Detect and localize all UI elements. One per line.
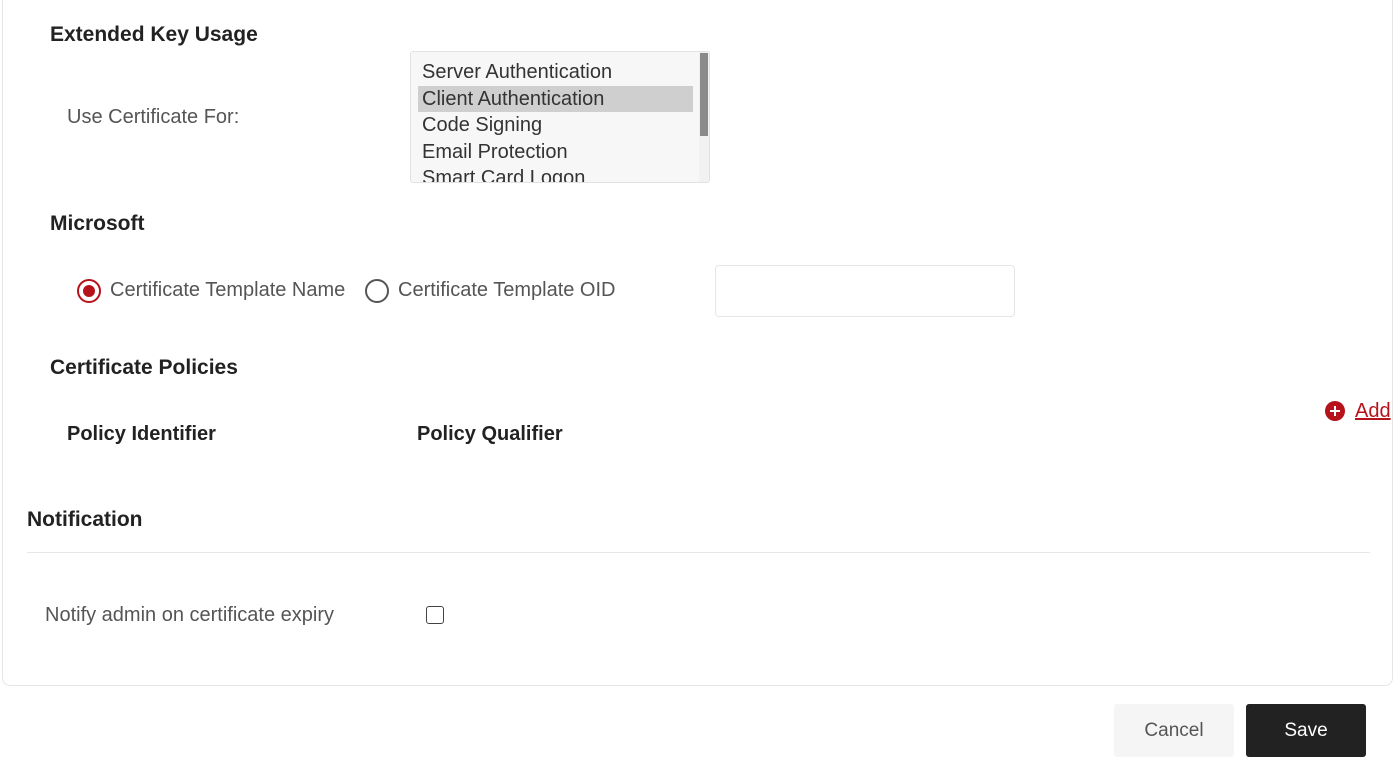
notification-title: Notification	[27, 508, 143, 531]
radio-template-name-label[interactable]: Certificate Template Name	[110, 279, 345, 302]
listbox-scrollbar-thumb[interactable]	[700, 53, 708, 136]
notification-divider	[27, 552, 1370, 553]
policy-identifier-header: Policy Identifier	[67, 423, 216, 445]
radio-template-name[interactable]	[77, 279, 101, 303]
radio-template-oid[interactable]	[365, 279, 389, 303]
key-usage-listbox[interactable]: Server Authentication Client Authenticat…	[410, 51, 710, 183]
certificate-policies-title: Certificate Policies	[50, 356, 238, 379]
add-policy-label[interactable]: Add	[1355, 400, 1391, 423]
listbox-option-server-authentication[interactable]: Server Authentication	[418, 59, 693, 85]
notify-admin-label: Notify admin on certificate expiry	[45, 604, 335, 626]
microsoft-title: Microsoft	[50, 212, 145, 235]
template-value-input[interactable]	[715, 265, 1015, 317]
use-certificate-for-label: Use Certificate For:	[67, 106, 240, 128]
extended-key-usage-title: Extended Key Usage	[50, 23, 258, 46]
listbox-option-code-signing[interactable]: Code Signing	[418, 112, 693, 138]
listbox-option-smart-card-logon[interactable]: Smart Card Logon	[418, 165, 693, 182]
cancel-button[interactable]: Cancel	[1114, 704, 1234, 757]
listbox-option-client-authentication[interactable]: Client Authentication	[418, 86, 693, 112]
add-circle-icon	[1325, 401, 1345, 421]
save-button[interactable]: Save	[1246, 704, 1366, 757]
policy-qualifier-header: Policy Qualifier	[417, 423, 563, 445]
add-policy-button[interactable]: Add	[1325, 399, 1391, 423]
listbox-option-email-protection[interactable]: Email Protection	[418, 139, 693, 165]
radio-template-oid-label[interactable]: Certificate Template OID	[398, 279, 616, 302]
notify-admin-checkbox[interactable]	[426, 606, 444, 624]
